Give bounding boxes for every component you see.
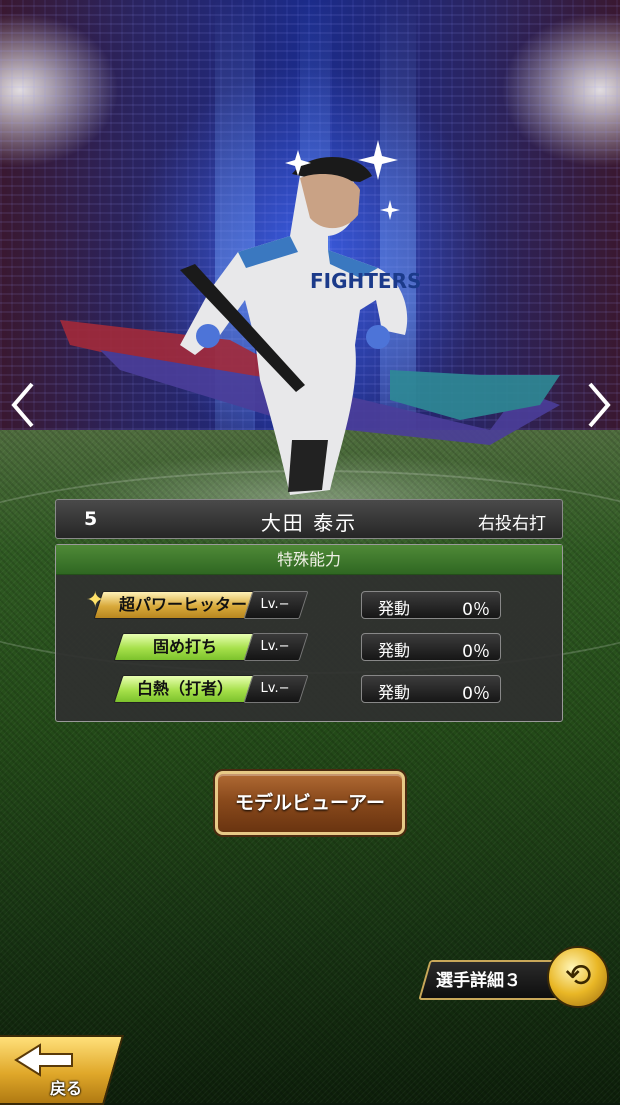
swap-arrows-icon[interactable]: ⟲ (547, 946, 609, 1008)
back-label: 戻る (50, 1079, 83, 1098)
model-viewer-button[interactable]: モデルビューアー (215, 771, 405, 835)
ability-level: Lv.− (260, 597, 290, 612)
activation-box: 発動 0％ (361, 633, 501, 662)
activation-label: 発動 (378, 683, 411, 702)
player-info-bar: 5 大田 泰示 右投右打 (55, 499, 563, 539)
player-detail-label: 選手詳細３ (436, 971, 521, 991)
ability-row[interactable]: 固め打ち Lv.− 発動 0％ (56, 633, 562, 663)
activation-box: 発動 0％ (361, 591, 501, 620)
chevron-right-icon[interactable] (584, 380, 614, 430)
ability-level: Lv.− (260, 681, 290, 696)
activation-box: 発動 0％ (361, 675, 501, 704)
activation-value: 0％ (462, 642, 490, 662)
player-illustration: FIGHTERS (60, 140, 560, 495)
activation-value: 0％ (462, 684, 490, 704)
activation-label: 発動 (378, 599, 411, 618)
sparkle-icon: ✦ (86, 588, 105, 613)
ability-name: 超パワーヒッター (118, 595, 247, 614)
activation-label: 発動 (378, 641, 411, 660)
svg-text:FIGHTERS: FIGHTERS (310, 269, 421, 293)
special-abilities-panel: 特殊能力 ✦ 超パワーヒッター Lv.− 発動 0％ 固め打ち Lv.− 発動 … (55, 544, 563, 722)
activation-value: 0％ (462, 600, 490, 620)
back-arrow-icon (14, 1043, 73, 1077)
player-detail-button[interactable]: 選手詳細３ ⟲ (418, 946, 612, 1010)
player-handedness: 右投右打 (478, 514, 546, 534)
ability-row[interactable]: 白熱（打者） Lv.− 発動 0％ (56, 675, 562, 705)
ability-row[interactable]: ✦ 超パワーヒッター Lv.− 発動 0％ (56, 588, 562, 621)
panel-title: 特殊能力 (56, 545, 562, 575)
ability-name: 固め打ち (152, 637, 217, 656)
ability-name: 白熱（打者） (136, 679, 233, 698)
chevron-left-icon[interactable] (8, 380, 38, 430)
back-button[interactable]: 戻る (0, 1035, 125, 1105)
ability-level: Lv.− (260, 639, 290, 654)
